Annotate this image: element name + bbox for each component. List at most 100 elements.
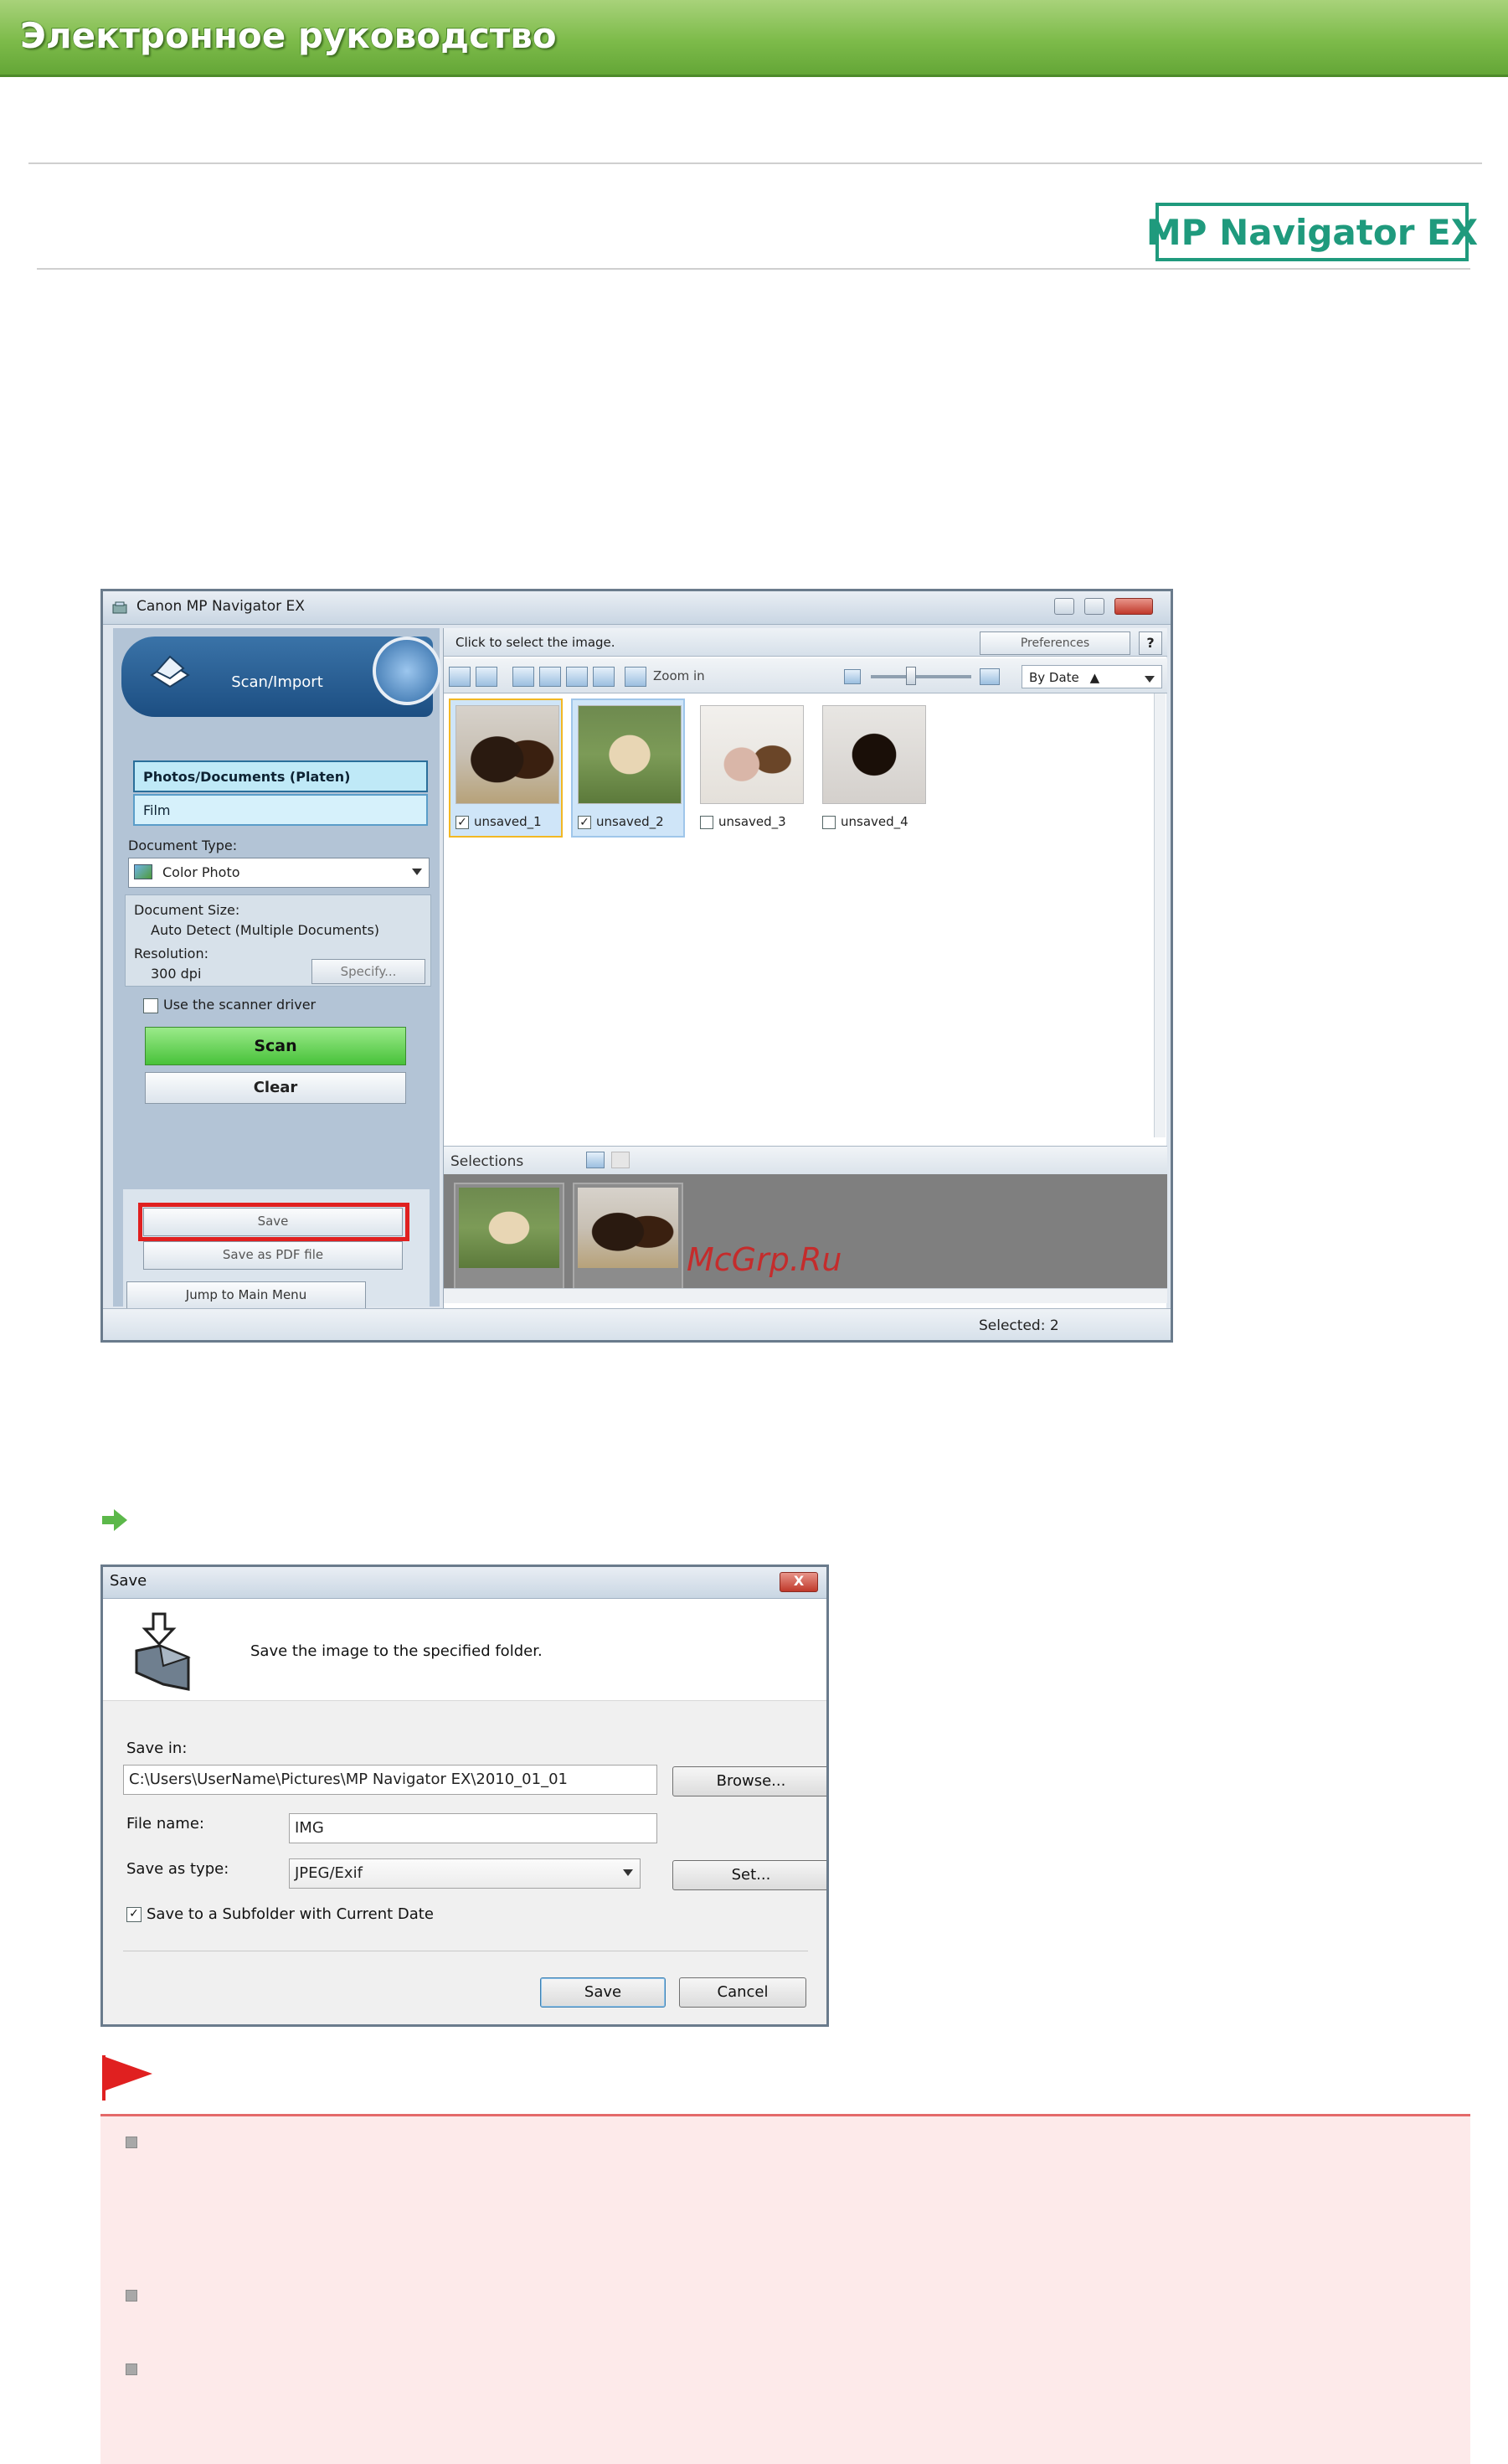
maximize-button[interactable] bbox=[1084, 598, 1104, 615]
save-in-field[interactable]: C:\Users\UserName\Pictures\MP Navigator … bbox=[123, 1765, 657, 1795]
grid-view-icon[interactable] bbox=[476, 667, 497, 687]
selections-grid-icon[interactable] bbox=[586, 1152, 605, 1168]
mirror-icon[interactable] bbox=[566, 667, 588, 687]
navigation-icon[interactable] bbox=[373, 637, 441, 705]
save-folder-icon bbox=[135, 1612, 191, 1691]
zoom-icon[interactable] bbox=[625, 667, 646, 687]
bullet-icon bbox=[126, 2137, 137, 2148]
subfolder-checkbox[interactable]: ✓ Save to a Subfolder with Current Date bbox=[126, 1905, 434, 1923]
selections-clear-icon[interactable] bbox=[611, 1152, 630, 1168]
thumbnail-checkbox[interactable]: ✓ bbox=[455, 815, 469, 829]
save-as-type-select[interactable]: JPEG/Exif bbox=[289, 1858, 641, 1889]
thumbnail-image bbox=[459, 1188, 559, 1268]
dialog-close-button[interactable]: X bbox=[780, 1572, 818, 1592]
chevron-down-icon bbox=[1145, 676, 1155, 683]
use-scanner-driver-label: Use the scanner driver bbox=[163, 997, 317, 1013]
source-film-button[interactable]: Film bbox=[133, 794, 428, 826]
thumbnail-grid: ✓ unsaved_1 ✓ unsaved_2 unsaved_3 unsaved_… bbox=[449, 698, 1152, 841]
dialog-save-button[interactable]: Save bbox=[540, 1977, 666, 2008]
dialog-titlebar: Save X bbox=[103, 1567, 826, 1599]
small-thumbnail-icon[interactable] bbox=[844, 669, 861, 684]
rotate-left-icon[interactable] bbox=[512, 667, 534, 687]
important-flag-icon bbox=[102, 2055, 152, 2101]
source-photos-documents-button[interactable]: Photos/Documents (Platen) bbox=[133, 760, 428, 792]
thumbnail-image bbox=[578, 1188, 678, 1268]
browse-button[interactable]: Browse... bbox=[672, 1766, 826, 1796]
clear-button[interactable]: Clear bbox=[145, 1072, 406, 1104]
thumbnail-item[interactable]: unsaved_3 bbox=[693, 698, 807, 838]
document-type-label: Document Type: bbox=[128, 838, 238, 853]
save-button-highlight bbox=[138, 1203, 409, 1241]
set-button[interactable]: Set... bbox=[672, 1860, 826, 1890]
file-name-label: File name: bbox=[126, 1815, 204, 1833]
product-logo: MP Navigator EX bbox=[1146, 203, 1478, 261]
thumbnail-image bbox=[455, 705, 559, 804]
use-scanner-driver-checkbox[interactable]: Use the scanner driver bbox=[143, 997, 316, 1013]
file-name-field[interactable]: IMG bbox=[289, 1813, 657, 1843]
thumbnail-item[interactable]: ✓ unsaved_1 bbox=[449, 698, 563, 838]
important-notes-box bbox=[100, 2116, 1470, 2464]
horizontal-scrollbar[interactable] bbox=[444, 1288, 1167, 1303]
arrow-right-icon bbox=[102, 1509, 127, 1531]
thumbnail-checkbox[interactable] bbox=[822, 815, 836, 829]
click-hint: Click to select the image. bbox=[455, 635, 615, 650]
window-title: Canon MP Navigator EX bbox=[136, 598, 305, 615]
document-size-value: Auto Detect (Multiple Documents) bbox=[151, 922, 380, 938]
rotate-right-icon[interactable] bbox=[539, 667, 561, 687]
help-button[interactable]: ? bbox=[1139, 631, 1162, 655]
thumbnail-caption: unsaved_4 bbox=[822, 814, 908, 829]
sort-value: By Date bbox=[1029, 670, 1079, 685]
thumbnail-checkbox[interactable]: ✓ bbox=[578, 815, 591, 829]
specify-button[interactable]: Specify... bbox=[311, 959, 425, 984]
subfolder-label: Save to a Subfolder with Current Date bbox=[147, 1905, 434, 1923]
thumbnail-label: unsaved_4 bbox=[841, 814, 908, 829]
checkbox-box[interactable]: ✓ bbox=[126, 1907, 142, 1922]
zoom-in-label[interactable]: Zoom in bbox=[653, 668, 705, 683]
sort-select[interactable]: By Date ▲ bbox=[1022, 665, 1162, 688]
thumbnail-label: unsaved_1 bbox=[474, 814, 542, 829]
divider bbox=[37, 268, 1470, 270]
window-close-button[interactable] bbox=[1114, 598, 1153, 615]
bullet-icon bbox=[126, 2363, 137, 2375]
thumbnail-item[interactable]: ✓ unsaved_2 bbox=[571, 698, 685, 838]
vertical-scrollbar[interactable] bbox=[1154, 693, 1166, 1137]
select-all-icon[interactable] bbox=[449, 667, 471, 687]
chevron-down-icon bbox=[412, 869, 422, 875]
sort-ascending-icon: ▲ bbox=[1089, 670, 1100, 685]
dialog-header: Save the image to the specified folder. bbox=[103, 1599, 826, 1701]
scan-button[interactable]: Scan bbox=[145, 1027, 406, 1065]
color-photo-icon bbox=[134, 864, 152, 879]
selected-thumbnail[interactable] bbox=[573, 1183, 683, 1291]
save-dialog-screenshot: Save X Save the image to the specified f… bbox=[100, 1564, 829, 2027]
large-thumbnail-icon[interactable] bbox=[980, 668, 1000, 685]
selections-bar: Selections bbox=[444, 1146, 1167, 1174]
save-in-label: Save in: bbox=[126, 1740, 188, 1757]
header-banner: Электронное руководство bbox=[0, 0, 1508, 77]
left-panel: Scan/Import Photos/Documents (Platen) Fi… bbox=[113, 628, 441, 1310]
watermark: McGrp.Ru bbox=[687, 1241, 842, 1278]
thumbnail-label: unsaved_2 bbox=[596, 814, 664, 829]
document-type-select[interactable]: Color Photo bbox=[128, 858, 430, 888]
document-size-label: Document Size: bbox=[134, 902, 240, 918]
save-actions-area: Save Save as PDF file Jump to Main Menu bbox=[123, 1189, 430, 1310]
selected-thumbnail[interactable] bbox=[454, 1183, 564, 1291]
thumbnail-checkbox[interactable] bbox=[700, 815, 713, 829]
slider-thumb[interactable] bbox=[906, 667, 916, 685]
jump-to-main-menu-button[interactable]: Jump to Main Menu bbox=[126, 1281, 366, 1310]
thumbnail-size-slider[interactable] bbox=[871, 675, 971, 678]
resolution-value: 300 dpi bbox=[151, 966, 202, 982]
product-logo-text: MP Navigator EX bbox=[1145, 211, 1479, 253]
window-titlebar: Canon MP Navigator EX bbox=[103, 591, 1171, 625]
image-panel-header: Click to select the image. Preferences ? bbox=[444, 628, 1167, 657]
thumbnail-item[interactable]: unsaved_4 bbox=[816, 698, 929, 838]
scan-import-header: Scan/Import bbox=[121, 637, 441, 717]
navigator-window-screenshot: Canon MP Navigator EX Scan/Import Photos… bbox=[100, 589, 1173, 1343]
chevron-down-icon bbox=[623, 1869, 633, 1876]
dialog-cancel-button[interactable]: Cancel bbox=[679, 1977, 806, 2008]
crop-icon[interactable] bbox=[593, 667, 615, 687]
minimize-button[interactable] bbox=[1054, 598, 1074, 615]
selections-label: Selections bbox=[450, 1153, 524, 1170]
save-as-pdf-button[interactable]: Save as PDF file bbox=[143, 1241, 403, 1270]
checkbox-box[interactable] bbox=[143, 997, 158, 1013]
preferences-button[interactable]: Preferences bbox=[980, 631, 1130, 655]
